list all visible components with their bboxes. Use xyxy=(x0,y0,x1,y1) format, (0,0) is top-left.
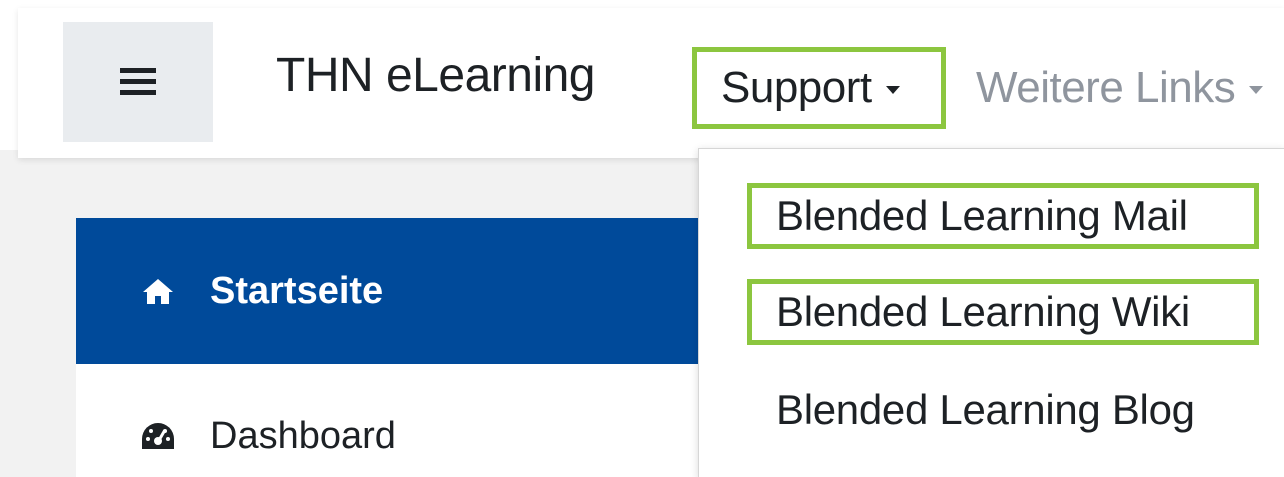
nav-support-menu[interactable]: Support xyxy=(692,47,946,129)
caret-down-icon xyxy=(885,86,900,94)
dropdown-item-wiki[interactable]: Blended Learning Wiki xyxy=(747,279,1259,345)
dropdown-item-mail[interactable]: Blended Learning Mail xyxy=(747,183,1259,249)
nav-weitere-links-label: Weitere Links xyxy=(976,63,1236,112)
sidebar: Startseite Dashboard xyxy=(76,218,716,477)
home-icon xyxy=(140,273,176,309)
dashboard-icon xyxy=(140,418,176,454)
dropdown-item-blog[interactable]: Blended Learning Blog xyxy=(747,377,1259,443)
sidebar-item-label: Dashboard xyxy=(210,415,396,457)
sidebar-item-dashboard[interactable]: Dashboard xyxy=(76,396,716,476)
nav-weitere-links-menu[interactable]: Weitere Links xyxy=(976,63,1264,112)
support-dropdown-menu: Blended Learning Mail Blended Learning W… xyxy=(698,148,1284,477)
caret-down-icon xyxy=(1249,86,1264,94)
sidebar-item-startseite[interactable]: Startseite xyxy=(76,218,716,364)
sidebar-item-label: Startseite xyxy=(210,270,384,312)
page: Startseite Dashboard THN eLearning Suppo… xyxy=(0,0,1284,477)
site-brand[interactable]: THN eLearning xyxy=(276,52,596,100)
hamburger-icon xyxy=(120,68,156,96)
nav-support-label: Support xyxy=(721,63,872,112)
menu-toggle-button[interactable] xyxy=(63,22,213,142)
